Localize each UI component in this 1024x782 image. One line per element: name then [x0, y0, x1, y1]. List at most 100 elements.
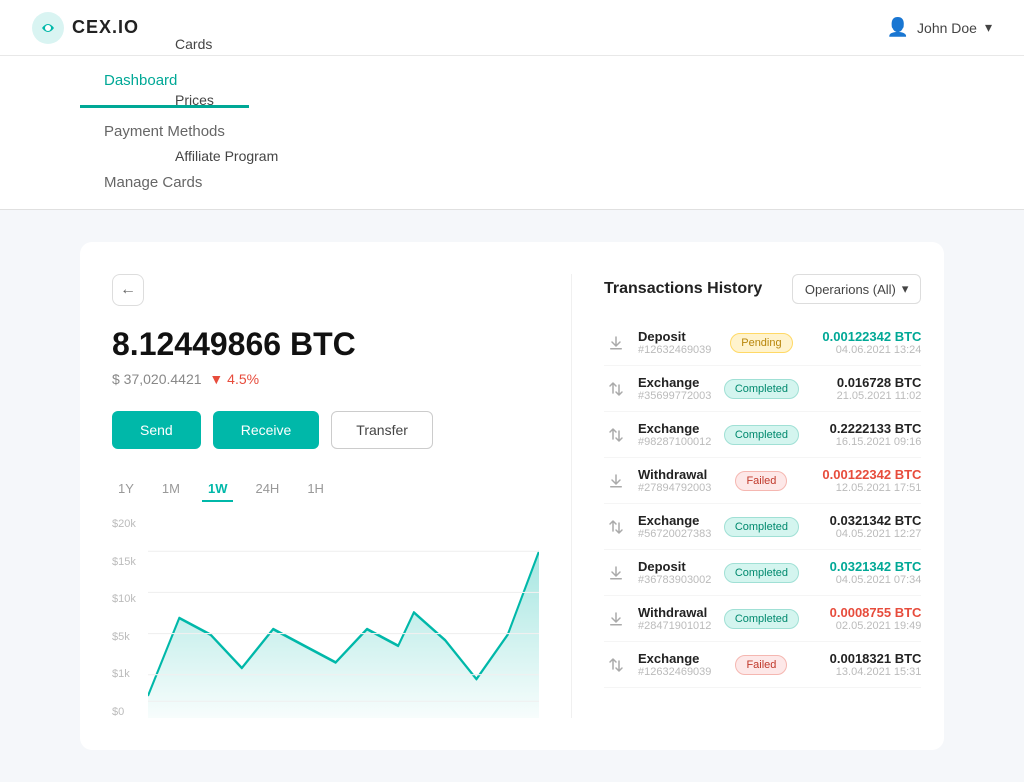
chart-label: $10k [112, 593, 136, 605]
chart-svg-wrap [148, 518, 539, 718]
tx-type-icon [604, 561, 628, 585]
user-icon: 👤 [887, 17, 909, 38]
receive-button[interactable]: Receive [213, 411, 320, 449]
tx-type: Exchange [638, 421, 711, 436]
tab-payment-methods[interactable]: Payment Methods [80, 107, 249, 159]
transaction-row[interactable]: Withdrawal #28471901012 Completed 0.0008… [604, 596, 921, 642]
tx-id: #12632469039 [638, 666, 711, 678]
logo[interactable]: CEX.IO [32, 12, 139, 44]
tx-amount-value: 0.0321342 BTC [811, 559, 921, 574]
tx-amount: 0.0018321 BTC 13.04.2021 15:31 [811, 651, 921, 678]
transfer-button[interactable]: Transfer [331, 411, 433, 449]
tx-id: #35699772003 [638, 390, 711, 402]
tx-info: Withdrawal #28471901012 [638, 605, 711, 632]
chart-label: $5k [112, 631, 136, 643]
main-content: ← 8.12449866 BTC $ 37,020.4421 ▼ 4.5% Se… [0, 210, 1024, 782]
time-filter-1m[interactable]: 1M [156, 477, 186, 502]
tx-id: #27894792003 [638, 482, 711, 494]
tabs-container: DashboardPayment MethodsManage Cards [80, 56, 249, 209]
right-panel: Transactions History Operarions (All) ▾ … [572, 274, 921, 718]
chart-label: $20k [112, 518, 136, 530]
tx-id: #12632469039 [638, 344, 711, 356]
tx-info: Exchange #98287100012 [638, 421, 711, 448]
transaction-row[interactable]: Exchange #98287100012 Completed 0.222213… [604, 412, 921, 458]
tx-date: 04.05.2021 07:34 [811, 574, 921, 586]
tx-info: Exchange #12632469039 [638, 651, 711, 678]
tx-amount-value: 0.016728 BTC [811, 375, 921, 390]
transaction-row[interactable]: Withdrawal #27894792003 Failed 0.0012234… [604, 458, 921, 504]
tx-status: Completed [721, 563, 801, 583]
tx-type: Deposit [638, 329, 711, 344]
tx-info: Exchange #35699772003 [638, 375, 711, 402]
tx-amount-value: 0.0008755 BTC [811, 605, 921, 620]
tx-type-icon [604, 469, 628, 493]
tx-amount-value: 0.0018321 BTC [811, 651, 921, 666]
tx-date: 21.05.2021 11:02 [811, 390, 921, 402]
transaction-row[interactable]: Exchange #35699772003 Completed 0.016728… [604, 366, 921, 412]
tx-status: Completed [721, 379, 801, 399]
tx-amount: 0.00122342 BTC 12.05.2021 17:51 [811, 467, 921, 494]
tx-status: Failed [721, 471, 801, 491]
status-badge: Completed [724, 379, 799, 399]
chart-label: $0 [112, 706, 136, 718]
tx-status: Completed [721, 517, 801, 537]
navbar: CEX.IO Wallet▾Fees▾FinanceCardsPricesAff… [0, 0, 1024, 56]
chart-fill [148, 551, 539, 718]
ops-filter-button[interactable]: Operarions (All) ▾ [792, 274, 922, 304]
transaction-row[interactable]: Exchange #56720027383 Completed 0.032134… [604, 504, 921, 550]
tx-amount: 0.0321342 BTC 04.05.2021 12:27 [811, 513, 921, 540]
tx-info: Deposit #36783903002 [638, 559, 711, 586]
time-filter-1y[interactable]: 1Y [112, 477, 140, 502]
nav-item-finance[interactable]: Finance [163, 0, 290, 16]
transaction-row[interactable]: Exchange #12632469039 Failed 0.0018321 B… [604, 642, 921, 688]
transactions-list: Deposit #12632469039 Pending 0.00122342 … [604, 320, 921, 688]
transaction-row[interactable]: Deposit #36783903002 Completed 0.0321342… [604, 550, 921, 596]
tx-amount: 0.2222133 BTC 16.15.2021 09:16 [811, 421, 921, 448]
action-buttons: Send Receive Transfer [112, 411, 539, 449]
time-filter-1w[interactable]: 1W [202, 477, 234, 502]
tx-status: Failed [721, 655, 801, 675]
tx-type-icon [604, 331, 628, 355]
time-filter-1h[interactable]: 1H [301, 477, 330, 502]
left-panel: ← 8.12449866 BTC $ 37,020.4421 ▼ 4.5% Se… [112, 274, 572, 718]
transactions-header: Transactions History Operarions (All) ▾ [604, 274, 921, 304]
tx-amount-value: 0.0321342 BTC [811, 513, 921, 528]
user-menu[interactable]: 👤 John Doe ▾ [887, 17, 992, 38]
transactions-title: Transactions History [604, 280, 762, 298]
tx-amount: 0.0321342 BTC 04.05.2021 07:34 [811, 559, 921, 586]
tx-type-icon [604, 607, 628, 631]
tx-amount: 0.016728 BTC 21.05.2021 11:02 [811, 375, 921, 402]
tx-id: #56720027383 [638, 528, 711, 540]
tab-manage-cards[interactable]: Manage Cards [80, 158, 249, 210]
tx-date: 12.05.2021 17:51 [811, 482, 921, 494]
tx-type-icon [604, 377, 628, 401]
time-filters: 1Y 1M 1W 24H 1H [112, 477, 539, 502]
tx-type: Exchange [638, 651, 711, 666]
tx-info: Deposit #12632469039 [638, 329, 711, 356]
time-filter-24h[interactable]: 24H [249, 477, 285, 502]
user-name: John Doe [917, 20, 977, 36]
tx-date: 13.04.2021 15:31 [811, 666, 921, 678]
ops-filter-chevron: ▾ [902, 281, 909, 297]
chart-labels: $20k$15k$10k$5k$1k$0 [112, 518, 144, 718]
tx-amount-value: 0.2222133 BTC [811, 421, 921, 436]
tabs-bar: DashboardPayment MethodsManage Cards [0, 56, 1024, 210]
tx-date: 04.05.2021 12:27 [811, 528, 921, 540]
tab-dashboard[interactable]: Dashboard [80, 56, 249, 108]
balance-amount: 8.12449866 BTC [112, 326, 539, 363]
tx-type: Withdrawal [638, 467, 711, 482]
tx-status: Pending [721, 333, 801, 353]
tx-amount: 0.00122342 BTC 04.06.2021 13:24 [811, 329, 921, 356]
send-button[interactable]: Send [112, 411, 201, 449]
balance-usd: $ 37,020.4421 ▼ 4.5% [112, 371, 539, 387]
status-badge: Completed [724, 563, 799, 583]
tx-type: Withdrawal [638, 605, 711, 620]
chart: $20k$15k$10k$5k$1k$0 [112, 518, 539, 718]
tx-amount: 0.0008755 BTC 02.05.2021 19:49 [811, 605, 921, 632]
tx-info: Withdrawal #27894792003 [638, 467, 711, 494]
back-button[interactable]: ← [112, 274, 144, 306]
chart-label: $1k [112, 668, 136, 680]
tx-amount-value: 0.00122342 BTC [811, 329, 921, 344]
user-chevron: ▾ [985, 19, 992, 36]
transaction-row[interactable]: Deposit #12632469039 Pending 0.00122342 … [604, 320, 921, 366]
